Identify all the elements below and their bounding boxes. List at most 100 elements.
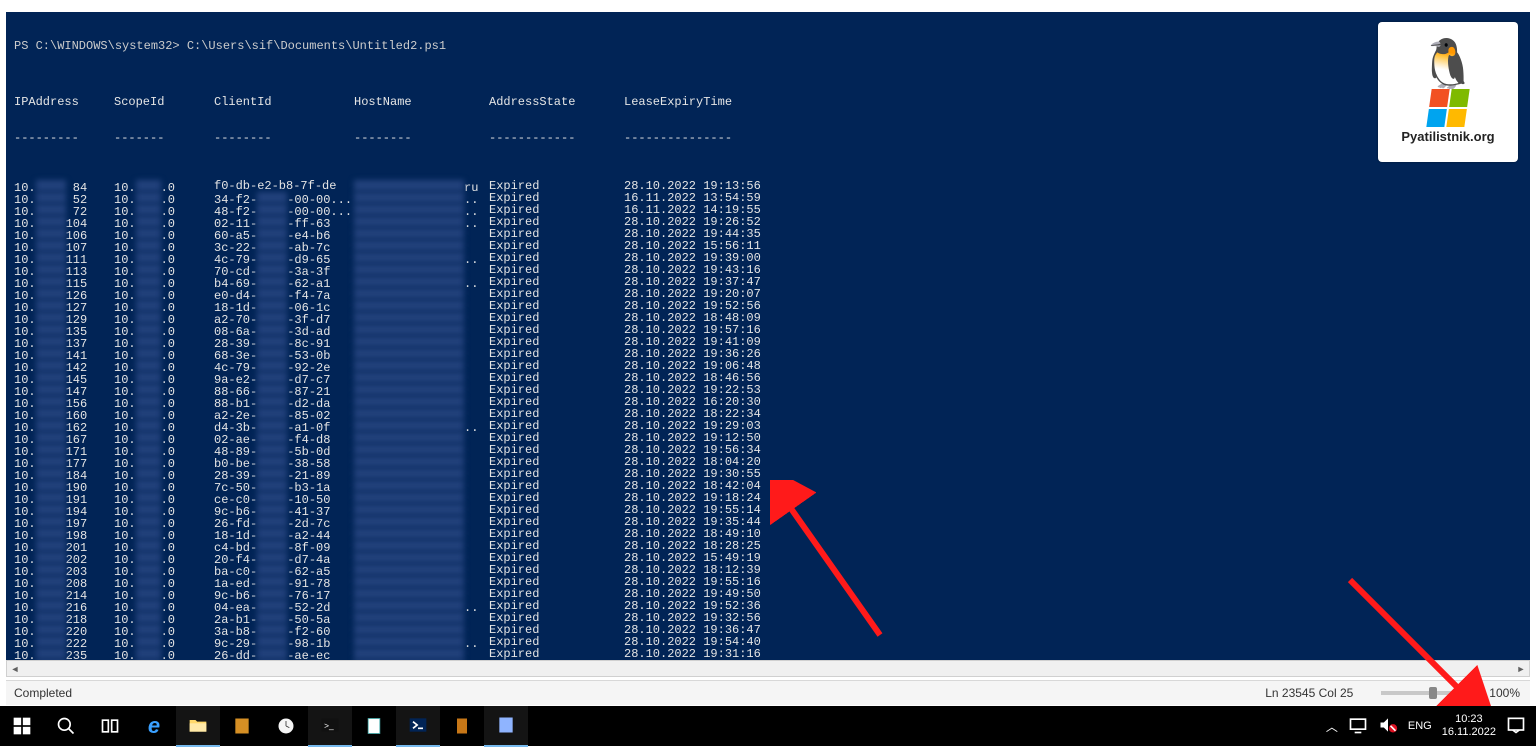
cell-scopeid: 10..0 xyxy=(114,336,214,348)
taskbar-app-notes[interactable] xyxy=(352,706,396,746)
cell-scopeid: 10..0 xyxy=(114,216,214,228)
cell-scopeid: 10..0 xyxy=(114,432,214,444)
cell-ipaddress: 10.156 xyxy=(14,396,114,408)
table-row: 10. 5210..034-f2--00-00.....Expired16.11… xyxy=(14,192,1522,204)
cell-clientid: 3c-22--ab-7c xyxy=(214,240,354,252)
tray-volume-muted-icon[interactable] xyxy=(1378,715,1398,738)
horizontal-scrollbar[interactable]: ◄ ► xyxy=(6,660,1530,677)
cell-ipaddress: 10.106 xyxy=(14,228,114,240)
table-header: IPAddress ScopeId ClientId HostName Addr… xyxy=(14,96,1522,108)
cell-ipaddress: 10.142 xyxy=(14,360,114,372)
cell-ipaddress: 10.201 xyxy=(14,540,114,552)
cell-hostname xyxy=(354,288,489,300)
zoom-slider[interactable] xyxy=(1381,691,1481,695)
col-header-addressstate: AddressState xyxy=(489,96,624,108)
cell-clientid: 34-f2--00-00... xyxy=(214,192,354,204)
cell-ipaddress: 10.198 xyxy=(14,528,114,540)
cell-scopeid: 10..0 xyxy=(114,624,214,636)
cell-ipaddress: 10.214 xyxy=(14,588,114,600)
cell-ipaddress: 10.177 xyxy=(14,456,114,468)
table-row: 10.16710..002-ae--f4-d8Expired28.10.2022… xyxy=(14,432,1522,444)
table-row: 10. 8410..0f0-db-e2-b8-7f-deruExpired28.… xyxy=(14,180,1522,192)
tray-clock[interactable]: 10:23 16.11.2022 xyxy=(1442,713,1496,739)
tray-network-icon[interactable] xyxy=(1348,715,1368,738)
cell-clientid: b4-69--62-a1 xyxy=(214,276,354,288)
task-view-icon[interactable] xyxy=(88,706,132,746)
taskbar-app-cmd[interactable]: >_ xyxy=(308,705,352,747)
system-tray[interactable]: ︿ ENG 10:23 16.11.2022 xyxy=(1326,713,1536,739)
cell-scopeid: 10..0 xyxy=(114,528,214,540)
scroll-left-arrow-icon[interactable]: ◄ xyxy=(7,661,23,676)
table-row: 10.19010..07c-50--b3-1aExpired28.10.2022… xyxy=(14,480,1522,492)
cell-ipaddress: 10.216 xyxy=(14,600,114,612)
cell-scopeid: 10..0 xyxy=(114,252,214,264)
cell-clientid: c4-bd--8f-09 xyxy=(214,540,354,552)
cell-hostname xyxy=(354,612,489,624)
table-row: 10.13710..028-39--8c-91Expired28.10.2022… xyxy=(14,336,1522,348)
cell-ipaddress: 10.115 xyxy=(14,276,114,288)
table-row: 10.21810..02a-b1--50-5aExpired28.10.2022… xyxy=(14,612,1522,624)
table-row: 10.20210..020-f4--d7-4aExpired28.10.2022… xyxy=(14,552,1522,564)
cell-hostname: .. xyxy=(354,192,489,204)
taskbar-app-4[interactable] xyxy=(440,706,484,746)
taskbar-app-ie[interactable]: e xyxy=(132,706,176,746)
cell-scopeid: 10..0 xyxy=(114,228,214,240)
cell-clientid: 88-b1--d2-da xyxy=(214,396,354,408)
cell-ipaddress: 10.208 xyxy=(14,576,114,588)
start-button[interactable] xyxy=(0,706,44,746)
table-body: 10. 8410..0f0-db-e2-b8-7f-deruExpired28.… xyxy=(14,180,1522,660)
cell-scopeid: 10..0 xyxy=(114,180,214,192)
cell-hostname: ru xyxy=(354,180,489,192)
cell-scopeid: 10..0 xyxy=(114,492,214,504)
taskbar-app-1[interactable] xyxy=(220,706,264,746)
cell-clientid: b0-be--38-58 xyxy=(214,456,354,468)
tray-chevron-icon[interactable]: ︿ xyxy=(1326,718,1338,735)
scroll-right-arrow-icon[interactable]: ► xyxy=(1513,661,1529,676)
cell-scopeid: 10..0 xyxy=(114,300,214,312)
cell-scopeid: 10..0 xyxy=(114,636,214,648)
cell-clientid: 7c-50--b3-1a xyxy=(214,480,354,492)
taskbar-app-5[interactable] xyxy=(484,705,528,747)
cell-ipaddress: 10.104 xyxy=(14,216,114,228)
table-row: 10.10710..03c-22--ab-7cExpired28.10.2022… xyxy=(14,240,1522,252)
cell-ipaddress: 10.127 xyxy=(14,300,114,312)
cell-clientid: 9c-b6--41-37 xyxy=(214,504,354,516)
cell-scopeid: 10..0 xyxy=(114,360,214,372)
cell-hostname xyxy=(354,540,489,552)
cell-clientid: 48-89--5b-0d xyxy=(214,444,354,456)
powershell-output-pane[interactable]: PS C:\WINDOWS\system32> C:\Users\sif\Doc… xyxy=(6,12,1530,660)
table-row: 10.10610..060-a5--e4-b6Expired28.10.2022… xyxy=(14,228,1522,240)
cell-ipaddress: 10.184 xyxy=(14,468,114,480)
taskbar[interactable]: e >_ ︿ ENG 10:23 16.11.2022 xyxy=(0,706,1536,746)
taskbar-app-powershell[interactable] xyxy=(396,705,440,747)
cell-hostname: .. xyxy=(354,204,489,216)
cell-hostname xyxy=(354,432,489,444)
cell-ipaddress: 10.202 xyxy=(14,552,114,564)
tray-language[interactable]: ENG xyxy=(1408,720,1432,732)
cell-clientid: 88-66--87-21 xyxy=(214,384,354,396)
tray-notifications-icon[interactable] xyxy=(1506,715,1526,738)
cell-hostname xyxy=(354,516,489,528)
cell-clientid: a2-2e--85-02 xyxy=(214,408,354,420)
cell-hostname xyxy=(354,348,489,360)
cell-hostname xyxy=(354,648,489,660)
taskbar-app-explorer[interactable] xyxy=(176,705,220,747)
cell-clientid: 28-39--8c-91 xyxy=(214,336,354,348)
tray-time: 10:23 xyxy=(1442,713,1496,726)
cell-clientid: f0-db-e2-b8-7f-de xyxy=(214,180,354,192)
cell-hostname: .. xyxy=(354,252,489,264)
cell-hostname xyxy=(354,564,489,576)
table-row: 10.23510..026-dd--ae-ecExpired28.10.2022… xyxy=(14,648,1522,660)
table-row: 10.17710..0b0-be--38-58Expired28.10.2022… xyxy=(14,456,1522,468)
cell-ipaddress: 10.191 xyxy=(14,492,114,504)
cell-scopeid: 10..0 xyxy=(114,192,214,204)
scroll-track[interactable] xyxy=(23,661,1513,676)
cell-ipaddress: 10.162 xyxy=(14,420,114,432)
status-text: Completed xyxy=(6,686,1265,700)
cell-clientid: ba-c0--62-a5 xyxy=(214,564,354,576)
search-icon[interactable] xyxy=(44,706,88,746)
cell-ipaddress: 10.203 xyxy=(14,564,114,576)
taskbar-app-clock[interactable] xyxy=(264,706,308,746)
table-row: 10.21410..09c-b6--76-17Expired28.10.2022… xyxy=(14,588,1522,600)
cell-ipaddress: 10.145 xyxy=(14,372,114,384)
